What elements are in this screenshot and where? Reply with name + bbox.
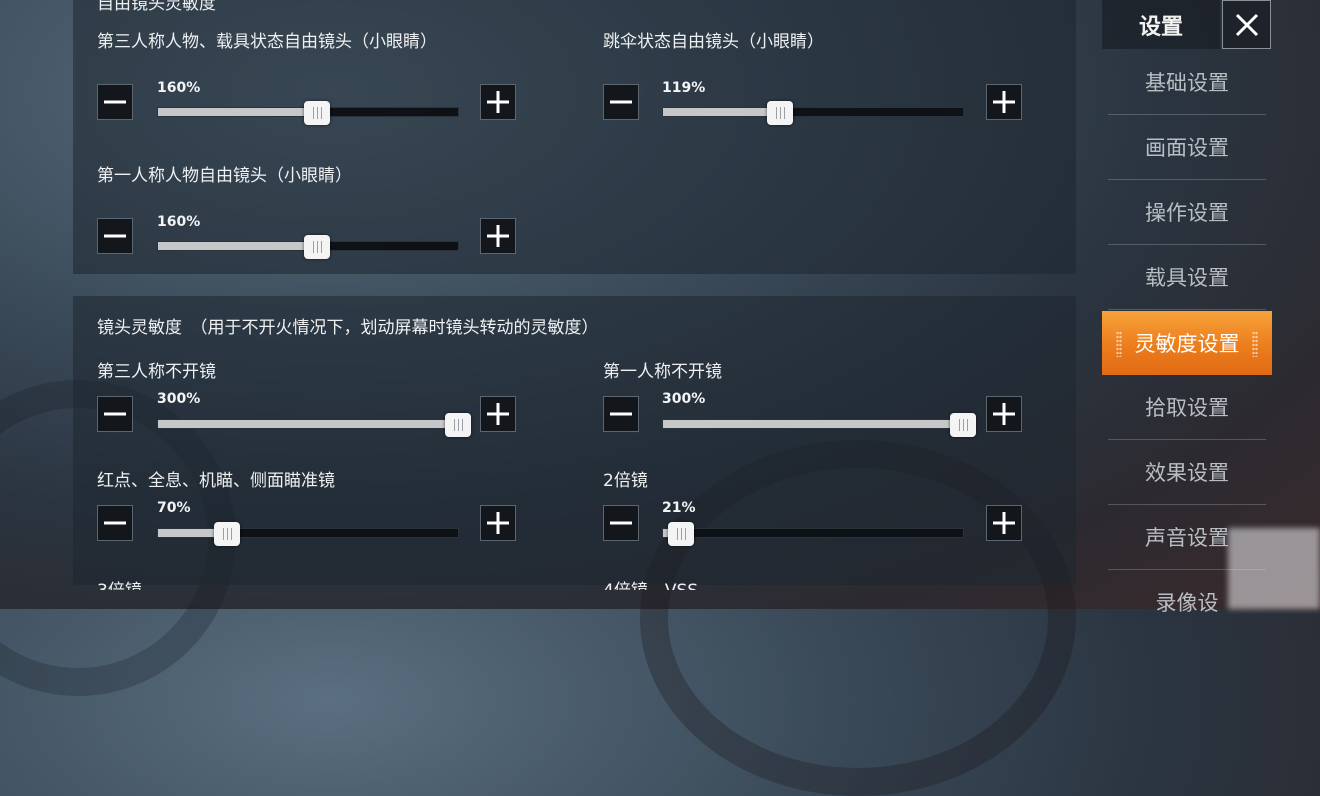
slider-label: 红点、全息、机瞄、侧面瞄准镜 — [97, 471, 335, 491]
close-button[interactable] — [1222, 0, 1271, 49]
plus-icon — [487, 91, 509, 113]
decrease-button[interactable] — [97, 396, 133, 432]
slider-label: 第一人称人物自由镜头（小眼睛） — [97, 166, 352, 186]
plus-icon — [487, 512, 509, 534]
slider-track[interactable] — [662, 522, 964, 546]
decrease-button[interactable] — [603, 505, 639, 541]
increase-button[interactable] — [480, 505, 516, 541]
slider-label: 跳伞状态自由镜头（小眼睛） — [603, 32, 824, 52]
slider-track[interactable] — [662, 413, 976, 437]
decrease-button[interactable] — [603, 396, 639, 432]
slider-value: 160% — [157, 214, 201, 230]
increase-button[interactable] — [480, 218, 516, 254]
slider-handle[interactable] — [445, 413, 471, 437]
slider-label: 第三人称人物、载具状态自由镜头（小眼睛） — [97, 32, 437, 52]
grip-icon — [1252, 331, 1258, 357]
plus-icon — [993, 91, 1015, 113]
sidebar-item-controls[interactable]: 操作设置 — [1108, 179, 1266, 245]
camera-section-title: 镜头灵敏度 （用于不开火情况下，划动屏幕时镜头转动的灵敏度） — [97, 318, 599, 338]
slider-value: 21% — [662, 500, 696, 516]
increase-button[interactable] — [986, 505, 1022, 541]
slider-fill — [158, 242, 317, 250]
slider-value: 70% — [157, 500, 191, 516]
slider-track[interactable] — [157, 413, 471, 437]
slider-track[interactable] — [662, 101, 964, 125]
minus-icon — [104, 521, 126, 525]
settings-title: 设置 — [1102, 0, 1220, 49]
close-icon — [1235, 13, 1258, 36]
minus-icon — [610, 412, 632, 416]
slider-value: 160% — [157, 80, 201, 96]
increase-button[interactable] — [480, 84, 516, 120]
increase-button[interactable] — [986, 396, 1022, 432]
slider-track[interactable] — [157, 235, 459, 259]
slider-fill — [663, 108, 780, 116]
slider-handle[interactable] — [668, 522, 694, 546]
sidebar-item-label: 灵敏度设置 — [1134, 332, 1240, 356]
minus-icon — [610, 100, 632, 104]
slider-track[interactable] — [157, 522, 459, 546]
decrease-button[interactable] — [603, 84, 639, 120]
slider-handle[interactable] — [304, 235, 330, 259]
sidebar-item-effects[interactable]: 效果设置 — [1108, 439, 1266, 505]
slider-value: 300% — [157, 391, 201, 407]
minus-icon — [610, 521, 632, 525]
slider-handle[interactable] — [767, 101, 793, 125]
slider-handle[interactable] — [214, 522, 240, 546]
sidebar-item-basic[interactable]: 基础设置 — [1108, 49, 1266, 115]
slider-fill — [158, 420, 458, 428]
slider-label: 4倍镜，VSS — [603, 576, 698, 590]
increase-button[interactable] — [480, 396, 516, 432]
slider-label: 第三人称不开镜 — [97, 362, 216, 382]
sidebar-item-pickup[interactable]: 拾取设置 — [1108, 374, 1266, 440]
slider-label: 2倍镜 — [603, 471, 648, 491]
slider-value: 119% — [662, 80, 706, 96]
slider-label: 3倍镜 — [97, 576, 142, 590]
slider-handle[interactable] — [950, 413, 976, 437]
minus-icon — [104, 100, 126, 104]
freecam-section-title: 自由镜头灵敏度 — [97, 0, 216, 14]
minus-icon — [104, 412, 126, 416]
slider-fill — [158, 108, 317, 116]
plus-icon — [487, 225, 509, 247]
plus-icon — [993, 512, 1015, 534]
slider-handle[interactable] — [304, 101, 330, 125]
plus-icon — [993, 403, 1015, 425]
minus-icon — [104, 234, 126, 238]
sidebar-item-sensitivity[interactable]: 灵敏度设置 — [1102, 311, 1272, 375]
slider-label: 第一人称不开镜 — [603, 362, 722, 382]
plus-icon — [487, 403, 509, 425]
decrease-button[interactable] — [97, 84, 133, 120]
sidebar-item-vehicle[interactable]: 载具设置 — [1108, 244, 1266, 310]
grip-icon — [1116, 331, 1122, 357]
decrease-button[interactable] — [97, 505, 133, 541]
increase-button[interactable] — [986, 84, 1022, 120]
slider-fill — [663, 420, 963, 428]
slider-track[interactable] — [157, 101, 459, 125]
decrease-button[interactable] — [97, 218, 133, 254]
watermark-blur — [1228, 528, 1320, 609]
slider-value: 300% — [662, 391, 706, 407]
sidebar-item-graphics[interactable]: 画面设置 — [1108, 114, 1266, 180]
